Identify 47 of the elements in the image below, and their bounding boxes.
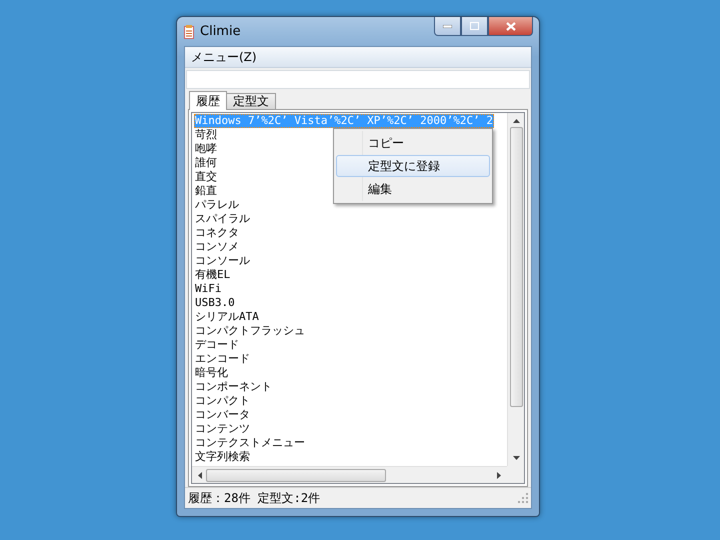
down-arrow-icon[interactable] — [512, 456, 520, 460]
maximize-button[interactable] — [461, 17, 488, 36]
left-arrow-icon[interactable] — [198, 472, 202, 478]
horizontal-scrollbar[interactable] — [192, 466, 507, 483]
list-item[interactable]: 咆哮 — [194, 142, 218, 156]
window-title: Climie — [200, 24, 241, 39]
menu-item[interactable]: コピー — [336, 132, 490, 154]
minimize-button[interactable] — [434, 17, 461, 36]
list-item[interactable]: 誰何 — [194, 156, 218, 170]
list-item[interactable]: 苛烈 — [194, 128, 218, 142]
list-item[interactable]: パラレル — [194, 198, 240, 212]
list-item[interactable]: コンパクトフラッシュ — [194, 324, 306, 338]
list-item[interactable]: USB3.0 — [194, 296, 236, 310]
status-text: 履歴：28件 定型文:2件 — [188, 490, 320, 506]
list-item[interactable]: コンテクストメニュー — [194, 436, 306, 450]
input-field[interactable] — [186, 70, 530, 89]
list-item[interactable]: シリアルATA — [194, 310, 260, 324]
list-item[interactable]: コンソール — [194, 254, 251, 268]
list-item[interactable]: 暗号化 — [194, 366, 229, 380]
close-button[interactable] — [488, 17, 533, 36]
tab[interactable]: 履歴 — [189, 91, 227, 110]
up-arrow-icon[interactable] — [512, 119, 520, 123]
list-item[interactable]: 有機EL — [194, 268, 232, 282]
menu-item[interactable]: 編集 — [336, 178, 490, 200]
notepad-icon — [184, 24, 194, 38]
list-item[interactable]: エンコード — [194, 352, 251, 366]
list-item[interactable]: コンポーネント — [194, 380, 273, 394]
list-item[interactable]: コンパクト — [194, 394, 251, 408]
minimize-icon — [443, 24, 452, 28]
right-arrow-icon[interactable] — [497, 472, 501, 478]
list-item[interactable]: WiFi — [194, 282, 222, 296]
list-item[interactable]: コンソメ — [194, 240, 240, 254]
menu-item[interactable]: メニュー(Z) — [191, 48, 257, 66]
resize-grip-icon[interactable] — [518, 493, 528, 503]
vertical-scrollbar[interactable] — [507, 113, 524, 466]
close-icon — [506, 22, 516, 30]
list-item[interactable]: 鉛直 — [194, 184, 218, 198]
list-item[interactable]: 文字列検索 — [194, 450, 251, 464]
maximize-icon — [470, 22, 479, 30]
menu-item[interactable]: 定型文に登録 — [336, 155, 490, 177]
tab[interactable]: 定型文 — [226, 93, 276, 109]
list-item[interactable]: 直交 — [194, 170, 218, 184]
list-item[interactable]: デコード — [194, 338, 240, 352]
list-item[interactable]: コンテンツ — [194, 422, 251, 436]
list-item[interactable]: コンバータ — [194, 408, 251, 422]
list-item[interactable]: スパイラル — [194, 212, 251, 226]
list-item[interactable]: コネクタ — [194, 226, 240, 240]
